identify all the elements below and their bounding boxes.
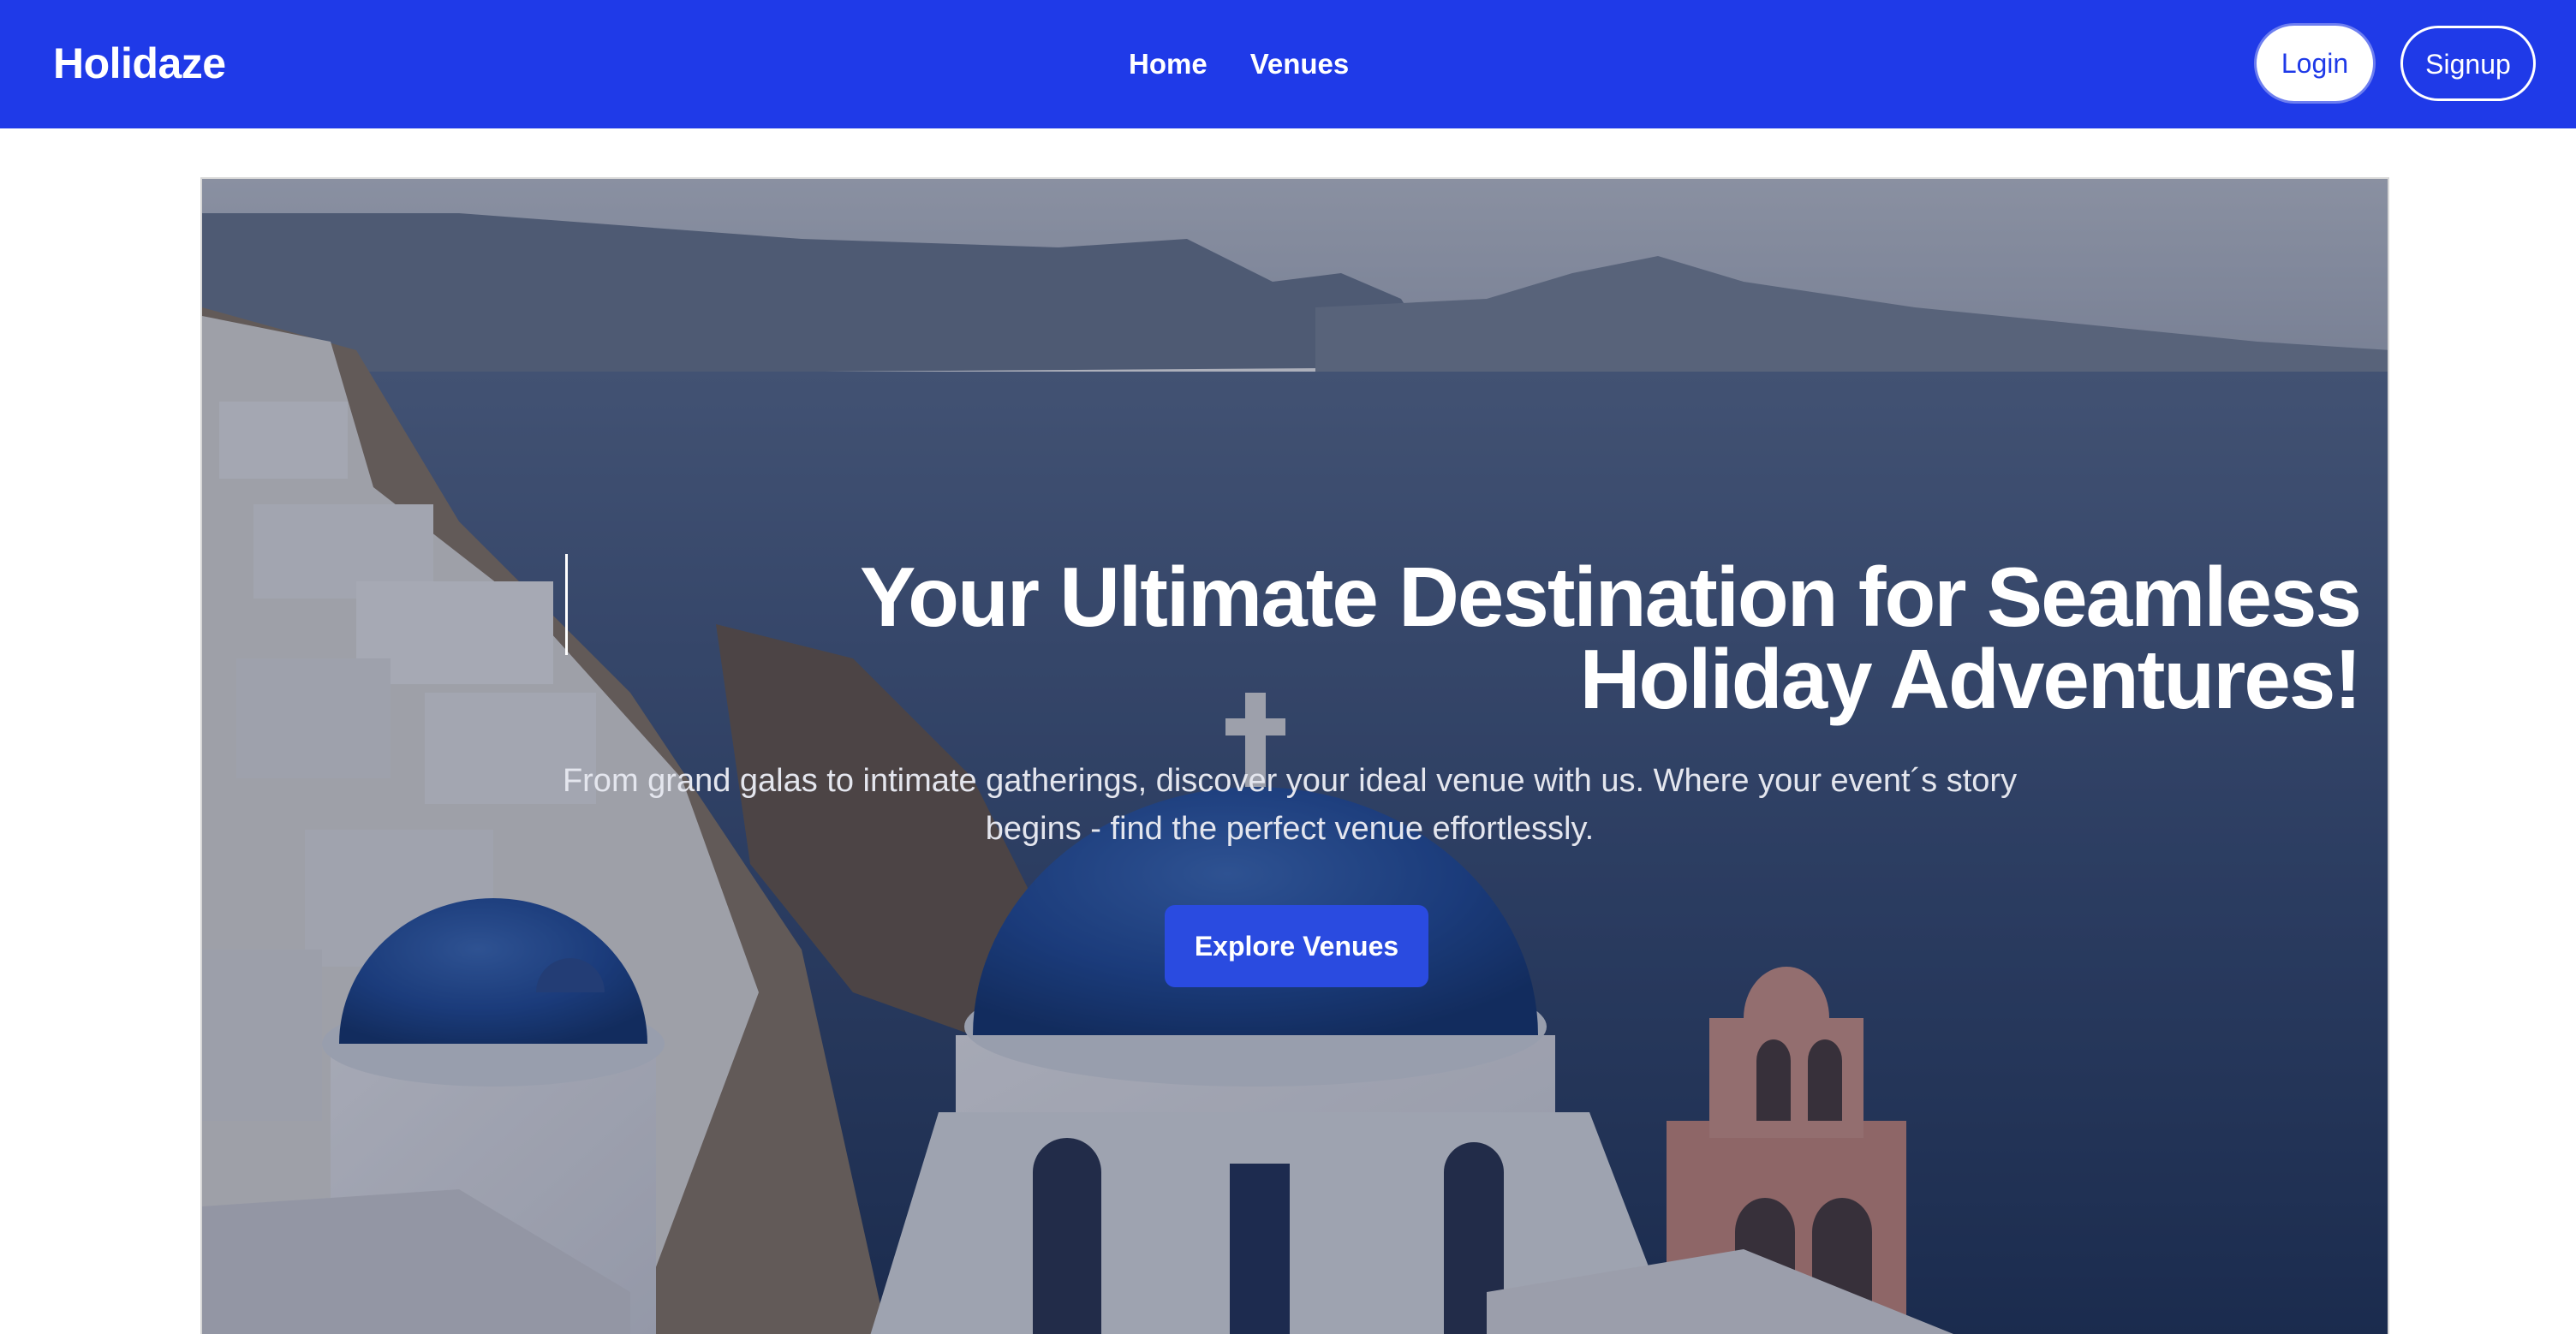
hero-subtitle: From grand galas to intimate gatherings,… (562, 763, 2018, 847)
login-button[interactable]: Login (2257, 26, 2373, 101)
explore-venues-button[interactable]: Explore Venues (1165, 905, 1428, 987)
hero-section: Your Ultimate Destination for Seamless H… (200, 177, 2389, 1334)
hero-title: Your Ultimate Destination for Seamless H… (860, 550, 2362, 726)
nav-link-home[interactable]: Home (1129, 43, 1208, 86)
nav-link-venues[interactable]: Venues (1250, 43, 1350, 86)
signup-button[interactable]: Signup (2400, 26, 2536, 101)
navbar: Holidaze Home Venues Login Signup (0, 0, 2576, 128)
main-nav: Home Venues (1129, 43, 1349, 86)
text-cursor (565, 554, 568, 655)
brand-logo[interactable]: Holidaze (53, 38, 226, 89)
